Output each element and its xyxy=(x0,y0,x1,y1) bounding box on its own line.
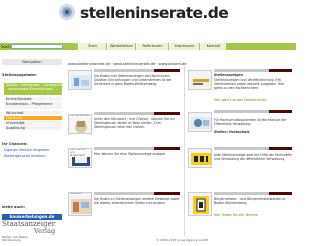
right-thumb-3[interactable] xyxy=(188,148,212,168)
sidebar-link-herzsch[interactable]: Eigenes Herzsch eingeben xyxy=(4,148,62,152)
right-link-1[interactable]: Hier geht's zu den Fachberichten xyxy=(214,98,292,102)
right-bar-4 xyxy=(214,192,292,195)
card-bar-2 xyxy=(94,112,180,115)
logo-icon[interactable] xyxy=(58,3,76,21)
right-link-4[interactable]: Hier finden Sie alle Termine xyxy=(214,213,292,217)
sidebar-title-stellenangebote: Stellenangebote: xyxy=(2,73,37,77)
card-text-1: Sie finden hier Stellenanzeigen von Komm… xyxy=(94,74,172,86)
staatsanzeiger-subtitle: Medien aus Baden-Württemberg xyxy=(2,235,29,243)
column-divider xyxy=(184,66,185,236)
nav-kontakt[interactable]: Kontakt xyxy=(200,43,226,50)
right-bar-2 xyxy=(214,110,292,113)
card-thumb-label-4: Gewerbe xyxy=(69,192,83,195)
right-text-2: Für Hochschulabsolventen ist Hochschule … xyxy=(214,118,287,126)
nav-werbetexten[interactable]: Werbetexten xyxy=(107,43,135,50)
right-bar-3 xyxy=(214,147,292,150)
nav-referenzen[interactable]: Referenzen xyxy=(136,43,168,50)
sidebar-link-stellengesuche[interactable]: Stellengesuche ansehen xyxy=(4,154,62,158)
card-thumb-3[interactable]: Die Chance und Möglichkeit xyxy=(68,148,92,168)
sidebar-item-ausbildung[interactable]: Ausbildung xyxy=(4,126,62,131)
right-text-1: Stellenanzeigen und Veröffentlichung (FH… xyxy=(214,78,285,90)
site-urls: www.stelleninserate.de · www.stelleninse… xyxy=(68,62,187,66)
nav-impressum[interactable]: Impressum xyxy=(169,43,199,50)
sidebar-item-krankenhaus[interactable]: Krankenhaus - Pflegeheime xyxy=(4,102,62,110)
right-link-2[interactable]: Stellen: Hochschule xyxy=(214,130,292,134)
footer-copyright: © 2000-2015 Jones Agency GmbH xyxy=(156,238,208,242)
card-bar-4 xyxy=(94,192,180,195)
sidebar-title-chancen: Ihr Chancen: xyxy=(2,142,28,146)
card-thumb-4[interactable]: Gewerbe xyxy=(68,192,92,216)
card-thumb-label-2: Kirche/Soziales xyxy=(69,114,91,117)
right-text-4: Bürgermeister - und Bürgermeisterwahlen … xyxy=(214,197,286,205)
right-title-1: Stellenanzeigen xyxy=(214,73,243,77)
search-input[interactable] xyxy=(11,44,63,49)
card-thumb-2[interactable]: Kirche/Soziales xyxy=(68,114,92,134)
card-text-3: Hier können Sie eine Stellenanzeige anle… xyxy=(94,152,167,156)
card-thumb-label-3: Die Chance und Möglichkeit xyxy=(69,149,91,157)
sidebar-item-staedte[interactable]: Städte - Gemeinden - Landkreise - kommun… xyxy=(4,83,62,96)
card-bar-1 xyxy=(94,69,180,72)
right-thumb-4[interactable] xyxy=(188,192,212,216)
right-thumb-1[interactable] xyxy=(188,70,212,90)
sidebar-heading: Navigation xyxy=(2,59,62,65)
nav-start[interactable]: Start xyxy=(78,43,106,50)
card-thumb-1[interactable] xyxy=(68,70,92,90)
card-bar-3 xyxy=(94,147,180,150)
right-bar-1 xyxy=(214,69,292,72)
right-thumb-2[interactable] xyxy=(188,112,212,132)
staatsanzeiger-verlag: Verlag xyxy=(34,227,56,235)
sidebar-title-siehe-auch: siehe auch: xyxy=(2,205,26,209)
card-text-2: Unter den Stichwort - Ihre Chance - könn… xyxy=(94,117,175,129)
card-text-4: Sie finden zu Stellenanzeigen weitere Ge… xyxy=(94,197,180,205)
site-logo-text[interactable]: stelleninserate.de xyxy=(80,4,229,22)
right-text-3: Jede Stellenanzeige wird mit Hilfe der F… xyxy=(214,153,292,161)
